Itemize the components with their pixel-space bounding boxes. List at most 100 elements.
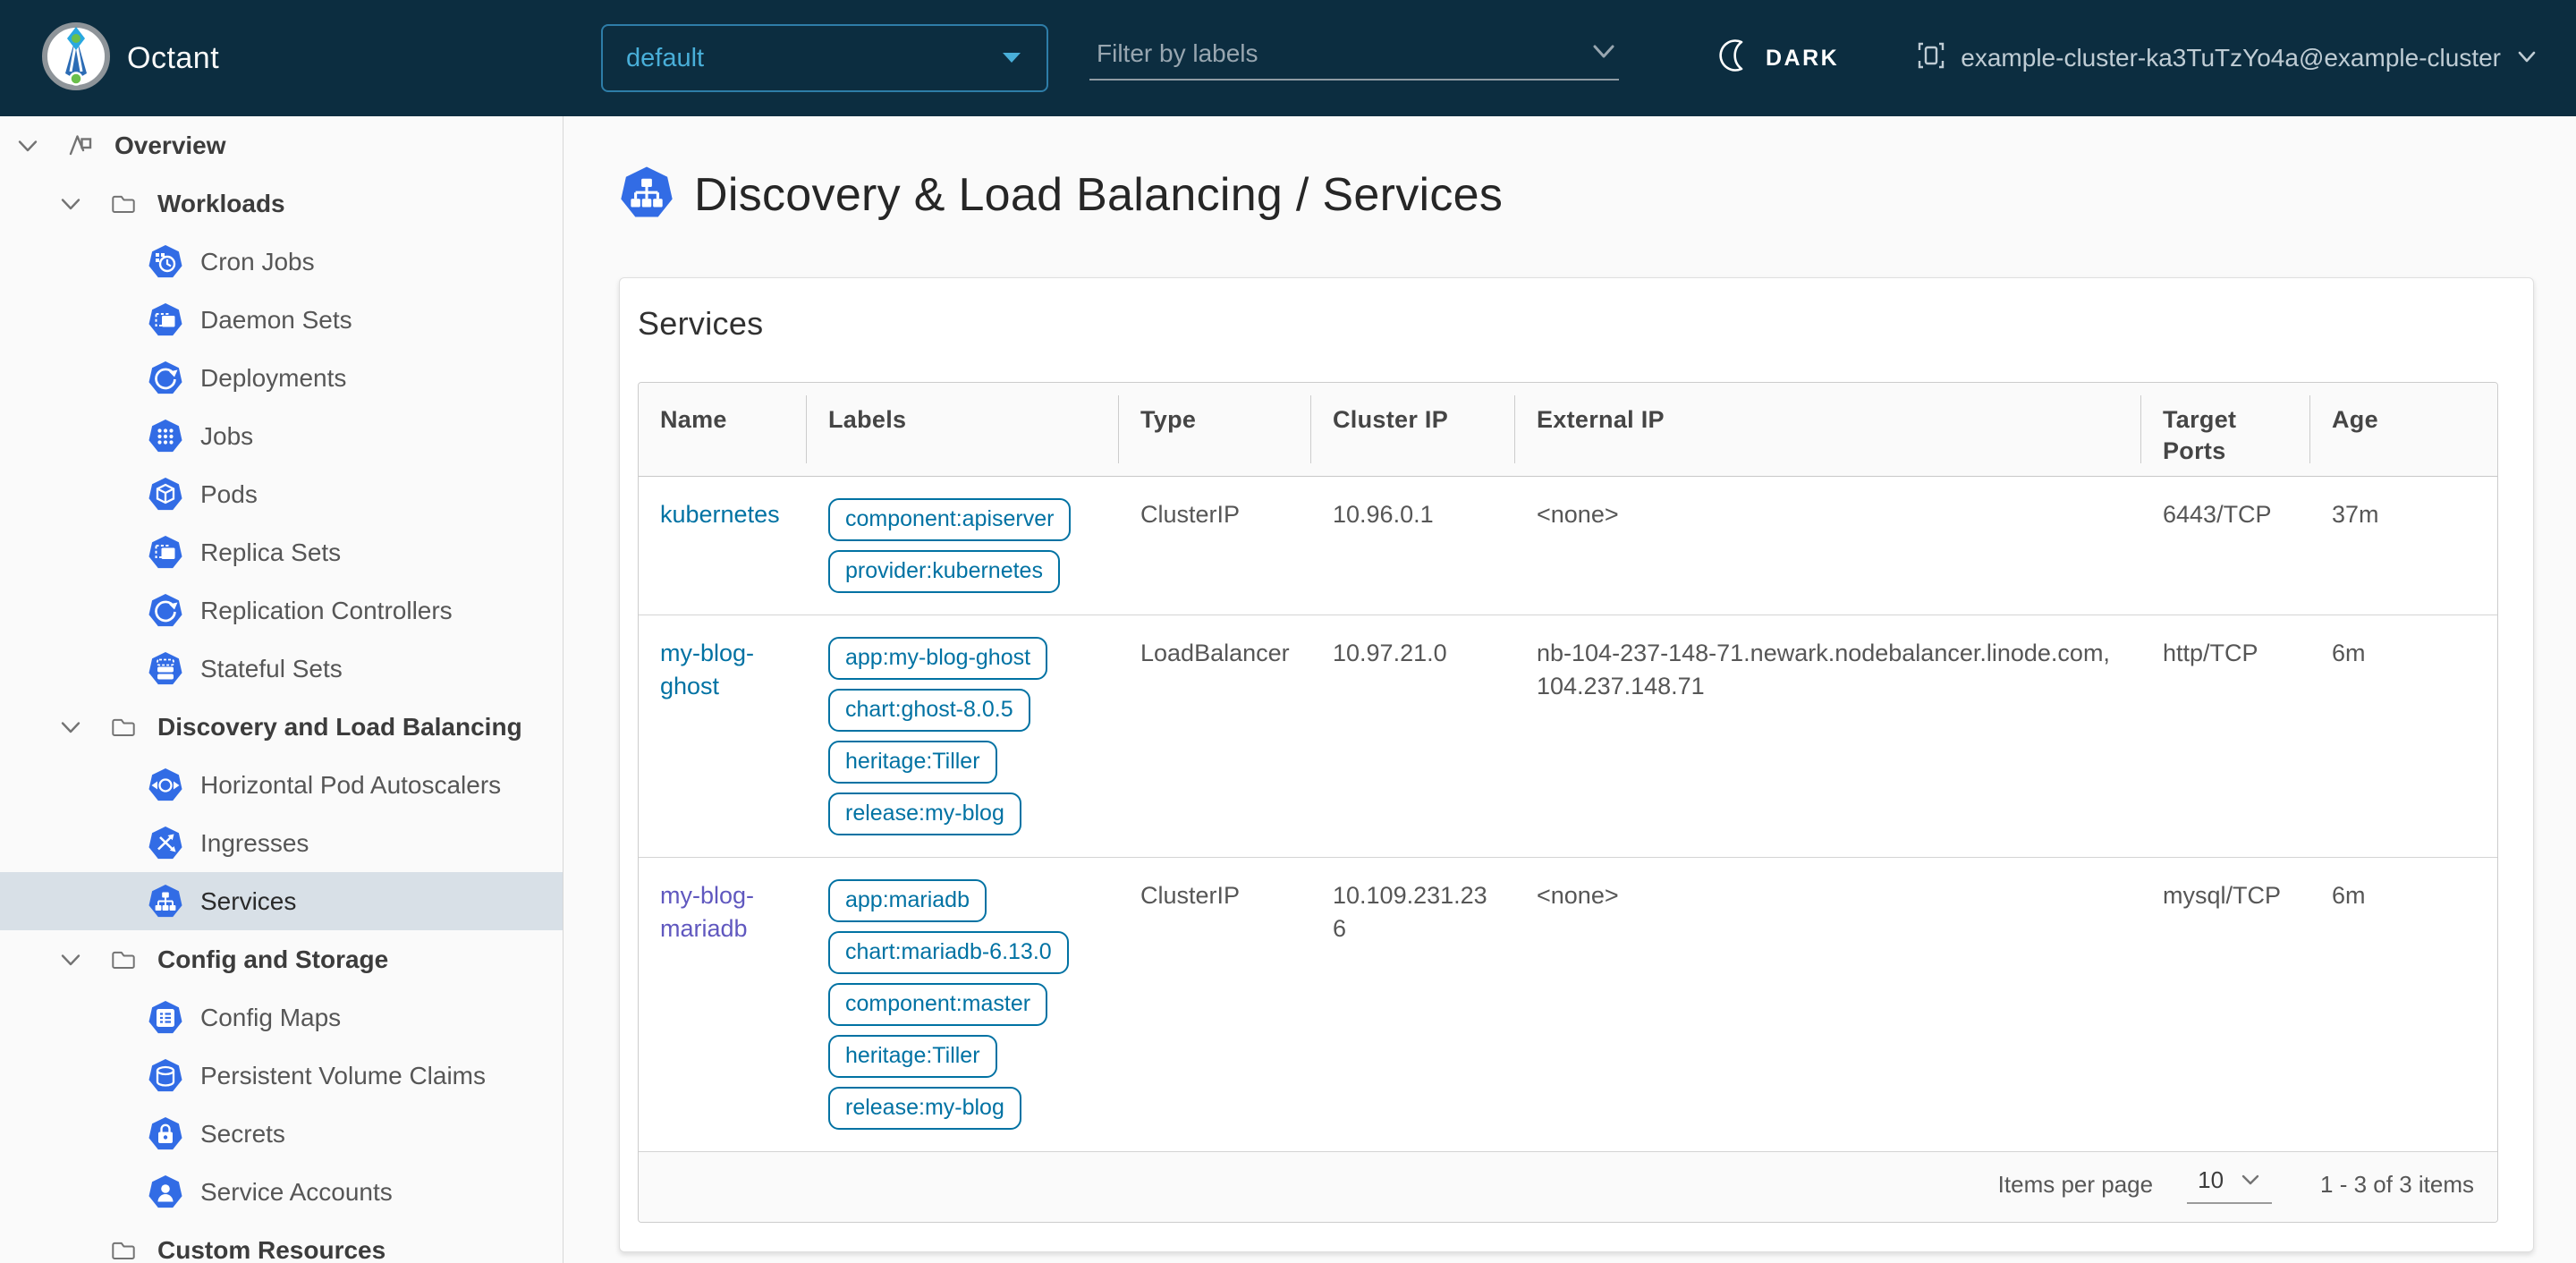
app-header: Octant default DARK example-cluster-ka3T… bbox=[0, 0, 2576, 116]
sidebar-item-services[interactable]: Services bbox=[0, 872, 563, 930]
label-pill[interactable]: component:apiserver bbox=[828, 498, 1072, 542]
cell-age: 6m bbox=[2310, 857, 2497, 1153]
sidebar-item-config-maps[interactable]: Config Maps bbox=[0, 988, 563, 1047]
label-pill[interactable]: heritage:Tiller bbox=[828, 741, 997, 784]
services-card: Services Name Labels Type Cluster IP Externa… bbox=[619, 277, 2534, 1253]
table-row: my-blog-mariadb app:mariadb chart:mariadb-… bbox=[639, 857, 2497, 1153]
caret-down-icon bbox=[1000, 44, 1023, 73]
main-content: Discovery & Load Balancing / Services Se… bbox=[564, 116, 2576, 1263]
cell-type: ClusterIP bbox=[1119, 476, 1311, 616]
label-pill[interactable]: release:my-blog bbox=[828, 1087, 1021, 1131]
cron-jobs-icon bbox=[148, 244, 183, 280]
label-pill[interactable]: heritage:Tiller bbox=[828, 1035, 997, 1079]
replica-sets-icon bbox=[148, 535, 183, 571]
column-header-age: Age bbox=[2310, 383, 2497, 478]
service-name-link[interactable]: kubernetes bbox=[660, 501, 780, 528]
pagination-range: 1 - 3 of 3 items bbox=[2320, 1170, 2474, 1198]
sidebar-item-label: Horizontal Pod Autoscalers bbox=[200, 770, 502, 799]
octant-logo-icon bbox=[41, 21, 111, 96]
table-row: kubernetes component:apiserver provider:ku… bbox=[639, 476, 2497, 616]
label-pill[interactable]: chart:ghost-8.0.5 bbox=[828, 689, 1030, 733]
label-filter bbox=[1089, 29, 1619, 81]
jobs-icon bbox=[148, 419, 183, 454]
pvc-icon bbox=[148, 1058, 183, 1094]
column-header-type: Type bbox=[1119, 383, 1311, 478]
sidebar-item-label: Jobs bbox=[200, 421, 254, 450]
sidebar-item-overview[interactable]: Overview bbox=[0, 116, 563, 174]
sidebar-item-service-accounts[interactable]: Service Accounts bbox=[0, 1163, 563, 1221]
hpa-icon bbox=[148, 767, 183, 803]
cell-cluster-ip: 10.109.231.236 bbox=[1311, 857, 1515, 1153]
sidebar-item-daemon-sets[interactable]: Daemon Sets bbox=[0, 291, 563, 349]
column-header-labels: Labels bbox=[807, 383, 1119, 478]
sidebar-item-replication-controllers[interactable]: Replication Controllers bbox=[0, 581, 563, 640]
services-icon bbox=[148, 884, 183, 920]
column-header-cluster-ip: Cluster IP bbox=[1311, 383, 1515, 478]
cluster-icon bbox=[1916, 39, 1946, 78]
cell-name: my-blog-ghost bbox=[639, 615, 807, 859]
sidebar-item-jobs[interactable]: Jobs bbox=[0, 407, 563, 465]
sidebar-item-persistent-volume-claims[interactable]: Persistent Volume Claims bbox=[0, 1047, 563, 1105]
page-title-row: Discovery & Load Balancing / Services bbox=[619, 161, 2534, 229]
service-accounts-icon bbox=[148, 1174, 183, 1210]
label-pill[interactable]: app:mariadb bbox=[828, 879, 987, 923]
column-header-target-ports: Target Ports bbox=[2141, 383, 2310, 478]
page-title: Discovery & Load Balancing / Services bbox=[694, 169, 1504, 221]
chevron-down-icon[interactable] bbox=[59, 716, 82, 739]
table-row: my-blog-ghost app:my-blog-ghost chart:ghos… bbox=[639, 615, 2497, 859]
sidebar-item-workloads[interactable]: Workloads bbox=[0, 174, 563, 233]
service-name-link[interactable]: my-blog-mariadb bbox=[660, 882, 754, 941]
namespace-selector[interactable]: default bbox=[601, 24, 1048, 92]
secrets-icon bbox=[148, 1116, 183, 1152]
sidebar-item-label: Pods bbox=[200, 479, 258, 508]
chevron-down-icon[interactable] bbox=[1589, 40, 1619, 68]
label-pill[interactable]: component:master bbox=[828, 983, 1048, 1027]
sidebar-item-ingresses[interactable]: Ingresses bbox=[0, 814, 563, 872]
chevron-down-icon[interactable] bbox=[16, 134, 39, 157]
sidebar: Overview Workloads Cron Jobs Daemon Sets Dep… bbox=[0, 116, 564, 1263]
cell-name: my-blog-mariadb bbox=[639, 857, 807, 1153]
cell-target-ports: 6443/TCP bbox=[2141, 476, 2310, 616]
sidebar-item-replica-sets[interactable]: Replica Sets bbox=[0, 523, 563, 581]
column-header-name: Name bbox=[639, 383, 807, 478]
sidebar-item-label: Stateful Sets bbox=[200, 654, 343, 682]
filter-by-labels-input[interactable] bbox=[1089, 39, 1589, 68]
chevron-down-icon[interactable] bbox=[59, 192, 82, 216]
sidebar-item-deployments[interactable]: Deployments bbox=[0, 349, 563, 407]
stateful-sets-icon bbox=[148, 651, 183, 687]
services-table: Name Labels Type Cluster IP External IP Targe… bbox=[638, 382, 2498, 1224]
items-per-page-label: Items per page bbox=[1997, 1170, 2154, 1198]
sidebar-item-label: Custom Resources bbox=[157, 1235, 386, 1263]
sidebar-item-custom-resources[interactable]: Custom Resources bbox=[0, 1221, 563, 1263]
cell-labels: app:mariadb chart:mariadb-6.13.0 component… bbox=[807, 857, 1119, 1153]
sidebar-item-secrets[interactable]: Secrets bbox=[0, 1105, 563, 1163]
card-title: Services bbox=[638, 305, 764, 342]
sidebar-item-label: Workloads bbox=[157, 189, 285, 217]
sidebar-item-config-and-storage[interactable]: Config and Storage bbox=[0, 930, 563, 988]
service-name-link[interactable]: my-blog-ghost bbox=[660, 640, 754, 699]
items-per-page-select[interactable]: 10 bbox=[2187, 1165, 2273, 1205]
theme-toggle-button[interactable]: DARK bbox=[1719, 0, 1839, 116]
column-header-external-ip: External IP bbox=[1515, 383, 2141, 478]
pods-icon bbox=[148, 477, 183, 513]
label-pill[interactable]: provider:kubernetes bbox=[828, 550, 1060, 594]
folder-icon bbox=[107, 1234, 140, 1263]
label-pill[interactable]: release:my-blog bbox=[828, 793, 1021, 836]
chevron-down-icon bbox=[2515, 44, 2538, 72]
theme-toggle-label: DARK bbox=[1766, 45, 1840, 71]
cell-age: 6m bbox=[2310, 615, 2497, 859]
sidebar-item-label: Overview bbox=[114, 131, 226, 159]
applications-icon bbox=[63, 128, 98, 164]
sidebar-item-horizontal-pod-autoscalers[interactable]: Horizontal Pod Autoscalers bbox=[0, 756, 563, 814]
label-pill[interactable]: chart:mariadb-6.13.0 bbox=[828, 931, 1069, 975]
context-selector[interactable]: example-cluster-ka3TuTzYo4a@example-clus… bbox=[1916, 0, 2538, 116]
sidebar-item-discovery-and-load-balancing[interactable]: Discovery and Load Balancing bbox=[0, 698, 563, 756]
services-icon bbox=[619, 165, 674, 225]
sidebar-item-label: Config and Storage bbox=[157, 945, 389, 973]
label-pill[interactable]: app:my-blog-ghost bbox=[828, 637, 1048, 681]
chevron-down-icon[interactable] bbox=[59, 948, 82, 971]
sidebar-item-stateful-sets[interactable]: Stateful Sets bbox=[0, 640, 563, 698]
cell-labels: app:my-blog-ghost chart:ghost-8.0.5 herita… bbox=[807, 615, 1119, 859]
sidebar-item-cron-jobs[interactable]: Cron Jobs bbox=[0, 233, 563, 291]
sidebar-item-pods[interactable]: Pods bbox=[0, 465, 563, 523]
